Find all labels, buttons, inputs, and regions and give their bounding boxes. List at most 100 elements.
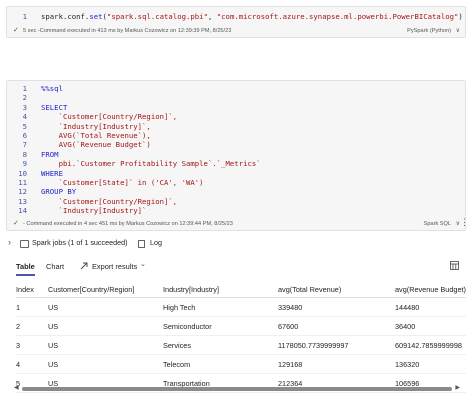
code-token: )	[458, 12, 463, 21]
line-number: 8	[22, 149, 27, 159]
line-number: 10	[18, 168, 27, 178]
success-check-icon: ✓	[13, 27, 19, 34]
success-check-icon: ✓	[13, 220, 19, 227]
code-editor[interactable]: %%sql SELECT `Customer[Country/Region]`,…	[41, 84, 261, 215]
table-row[interactable]: 1 US High Tech 339480 144480	[16, 297, 466, 317]
line-number: 9	[22, 159, 27, 169]
table-cell: 609142.7859999998	[395, 335, 466, 355]
column-settings-icon[interactable]	[450, 261, 459, 272]
table-cell: 339480	[278, 297, 395, 317]
table-cell: Telecom	[163, 354, 278, 374]
column-header[interactable]: Customer[Country/Region]	[48, 282, 163, 298]
tab-chart[interactable]: Chart	[46, 262, 64, 271]
table-cell: Semiconductor	[163, 316, 278, 336]
table-cell: High Tech	[163, 297, 278, 317]
table-cell: 129168	[278, 354, 395, 374]
language-selector[interactable]: PySpark (Python)	[407, 24, 451, 38]
line-number: 2	[22, 93, 27, 103]
line-number: 6	[22, 130, 27, 140]
code-line[interactable]: SELECT	[41, 103, 261, 112]
cell-status: ✓ 5 sec -Command executed in 413 ms by M…	[7, 24, 465, 38]
horizontal-scrollbar[interactable]: ◀ ▶	[14, 384, 460, 392]
table-cell: 4	[16, 354, 48, 374]
code-line[interactable]: `Customer[State]` in ('CA', 'WA')	[41, 178, 261, 187]
code-line[interactable]: %%sql	[41, 84, 261, 93]
line-number: 12	[18, 187, 27, 197]
line-number: 1	[22, 12, 27, 21]
table-cell: US	[48, 297, 163, 317]
table-cell: 67600	[278, 316, 395, 336]
code-token: spark	[41, 12, 63, 21]
log-toggle[interactable]: Log	[150, 238, 162, 247]
table-cell: 144480	[395, 297, 466, 317]
line-number: 7	[22, 140, 27, 150]
table-cell: 136320	[395, 354, 466, 374]
column-header[interactable]: Industry[Industry]	[163, 282, 278, 298]
scrollbar-thumb[interactable]	[22, 387, 452, 391]
chevron-down-icon[interactable]: ∨	[456, 24, 460, 38]
export-results-button[interactable]: Export results	[92, 262, 137, 271]
code-cell-2[interactable]: 1 2 3 4 5 6 7 8 9 10 11 12 13 14 %%sql S…	[6, 80, 469, 231]
code-line[interactable]: `Industry[Industry]`	[41, 206, 261, 215]
code-editor[interactable]: spark.conf.set("spark.sql.catalog.pbi", …	[41, 12, 463, 21]
column-header[interactable]: avg(Revenue Budget)	[395, 282, 466, 298]
line-number: 13	[18, 196, 27, 206]
column-header[interactable]: avg(Total Revenue)	[278, 282, 395, 298]
expand-chevron-icon[interactable]: ›	[8, 237, 11, 247]
code-line[interactable]: GROUP BY	[41, 187, 261, 196]
code-line[interactable]: AVG(`Total Revenue`),	[41, 131, 261, 140]
line-number: 5	[22, 121, 27, 131]
table-cell: 1	[16, 297, 48, 317]
table-cell: US	[48, 335, 163, 355]
chevron-down-icon[interactable]: ⌄	[140, 260, 146, 268]
code-line[interactable]: pbi.`Customer Profitability Sample`.`_Me…	[41, 159, 261, 168]
code-token: "com.microsoft.azure.synapse.ml.powerbi.…	[216, 12, 459, 21]
column-header[interactable]: Index	[16, 282, 48, 298]
execution-status-text: 5 sec -Command executed in 413 ms by Mar…	[23, 28, 232, 34]
spark-jobs-toggle[interactable]: Spark jobs (1 of 1 succeeded)	[32, 238, 128, 247]
line-numbers: 1	[1, 12, 27, 21]
tab-table[interactable]: Table	[16, 262, 35, 276]
code-line[interactable]	[41, 93, 261, 102]
code-line[interactable]: `Industry[Industry]`,	[41, 122, 261, 131]
result-tabs: Table Chart Export results ⌄	[0, 258, 474, 276]
export-icon	[80, 262, 88, 272]
table-cell: US	[48, 316, 163, 336]
more-options-icon[interactable]: ⋮	[460, 217, 469, 228]
line-number: 14	[18, 206, 27, 216]
log-icon	[138, 240, 145, 248]
table-cell: Services	[163, 335, 278, 355]
spark-jobs-icon	[20, 240, 29, 248]
line-number: 11	[18, 177, 27, 187]
scroll-right-arrow-icon[interactable]: ▶	[455, 384, 460, 391]
code-token: set	[89, 12, 103, 21]
code-token: ,	[207, 12, 217, 21]
table-cell: 3	[16, 335, 48, 355]
table-row[interactable]: 2 US Semiconductor 67600 36400	[16, 316, 466, 336]
code-token: .conf.	[62, 12, 90, 21]
table-row[interactable]: 3 US Services 1178050.7739999997 609142.…	[16, 335, 466, 355]
table-header-row: Index Customer[Country/Region] Industry[…	[16, 282, 466, 298]
line-number: 4	[22, 112, 27, 122]
line-numbers: 1 2 3 4 5 6 7 8 9 10 11 12 13 14	[1, 84, 27, 215]
execution-status-text: - Command executed in 4 sec 451 ms by Ma…	[23, 221, 233, 227]
line-number: 3	[22, 102, 27, 112]
cell-status: ✓ - Command executed in 4 sec 451 ms by …	[7, 217, 465, 231]
code-line[interactable]: FROM	[41, 150, 261, 159]
language-selector[interactable]: Spark SQL	[424, 217, 451, 231]
code-line[interactable]: `Customer[Country/Region]`,	[41, 197, 261, 206]
line-number: 1	[22, 84, 27, 93]
code-token: "spark.sql.catalog.pbi"	[106, 12, 208, 21]
code-line[interactable]: `Customer[Country/Region]`,	[41, 112, 261, 121]
table-cell: 36400	[395, 316, 466, 336]
results-bar: › Spark jobs (1 of 1 succeeded) Log	[0, 236, 474, 250]
table-row[interactable]: 4 US Telecom 129168 136320	[16, 354, 466, 374]
table-cell: 2	[16, 316, 48, 336]
table-cell: US	[48, 354, 163, 374]
code-line[interactable]: spark.conf.set("spark.sql.catalog.pbi", …	[41, 12, 463, 21]
code-line[interactable]: WHERE	[41, 169, 261, 178]
results-table: Index Customer[Country/Region] Industry[…	[16, 282, 466, 393]
code-line[interactable]: AVG(`Revenue Budget`)	[41, 140, 261, 149]
code-cell-1[interactable]: 1 spark.conf.set("spark.sql.catalog.pbi"…	[6, 6, 466, 38]
scroll-left-arrow-icon[interactable]: ◀	[14, 384, 19, 391]
